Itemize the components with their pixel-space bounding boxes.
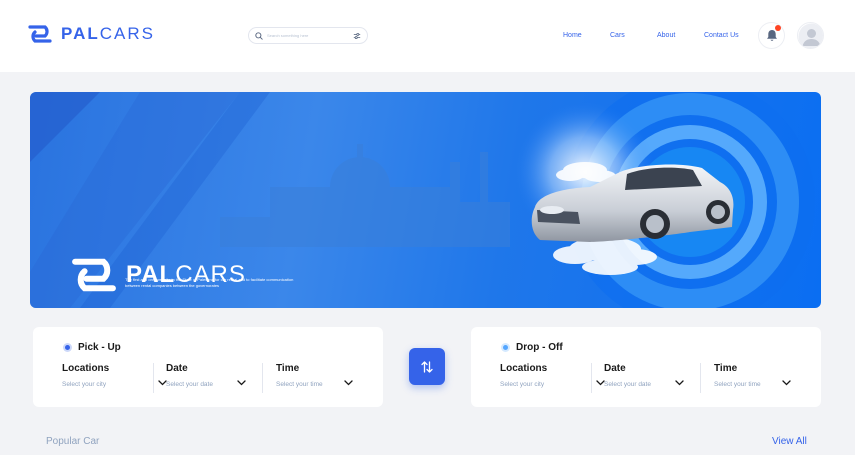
dropoff-date-field[interactable]: Date Select your date <box>604 363 714 388</box>
pickup-date-value: Select your date <box>166 381 213 388</box>
search-input[interactable] <box>267 33 349 38</box>
dropoff-time-label: Time <box>714 363 738 374</box>
divider <box>262 363 263 393</box>
dropoff-location-field[interactable]: Locations Select your city <box>500 363 610 388</box>
logo-mark-icon <box>72 258 116 292</box>
nav-cars[interactable]: Cars <box>610 32 625 39</box>
chevron-down-icon[interactable] <box>782 380 791 386</box>
hero-tagline: The first and only website in the State … <box>125 277 294 288</box>
filter-icon[interactable] <box>353 32 361 40</box>
radio-icon <box>501 343 510 352</box>
pickup-time-value: Select your time <box>276 381 323 388</box>
notification-dot <box>775 25 781 31</box>
user-avatar-icon <box>798 23 823 48</box>
pickup-date-field[interactable]: Date Select your date <box>166 363 276 388</box>
notification-button[interactable] <box>758 22 785 49</box>
dropoff-radio[interactable]: Drop - Off <box>501 342 563 353</box>
nav-home[interactable]: Home <box>563 32 582 39</box>
view-all-link[interactable]: View All <box>772 436 807 447</box>
pickup-location-value: Select your city <box>62 381 107 388</box>
chevron-down-icon[interactable] <box>344 380 353 386</box>
dropoff-date-value: Select your date <box>604 381 651 388</box>
radio-selected-icon <box>63 343 72 352</box>
dropoff-location-label: Locations <box>500 363 548 374</box>
hero-banner: PALCARS The first and only website in th… <box>30 92 821 308</box>
divider <box>700 363 701 393</box>
dropoff-time-value: Select your time <box>714 381 761 388</box>
dropoff-location-value: Select your city <box>500 381 545 388</box>
search-icon <box>255 31 263 40</box>
logo-text: PALCARS <box>61 24 155 43</box>
chevron-down-icon[interactable] <box>675 380 684 386</box>
popular-car-title: Popular Car <box>46 436 100 447</box>
search-bar[interactable] <box>248 27 368 44</box>
pickup-time-label: Time <box>276 363 300 374</box>
pickup-card: Pick - Up Locations Select your city Dat… <box>33 327 383 407</box>
nav-contact[interactable]: Contact Us <box>704 32 739 39</box>
dropoff-title: Drop - Off <box>516 342 563 353</box>
pickup-location-label: Locations <box>62 363 110 374</box>
bell-icon <box>766 30 777 41</box>
pickup-radio[interactable]: Pick - Up <box>63 342 121 353</box>
dropoff-time-field[interactable]: Time Select your time <box>714 363 814 388</box>
top-navbar: PALCARS Home Cars About Contact Us <box>0 0 855 72</box>
nav-about[interactable]: About <box>657 32 675 39</box>
dropoff-card: Drop - Off Locations Select your city Da… <box>471 327 821 407</box>
divider <box>591 363 592 393</box>
pickup-location-field[interactable]: Locations Select your city <box>62 363 172 388</box>
logo-mark-icon <box>28 25 52 43</box>
swap-button[interactable] <box>409 348 445 385</box>
chevron-down-icon[interactable] <box>237 380 246 386</box>
pickup-time-field[interactable]: Time Select your time <box>276 363 376 388</box>
pickup-title: Pick - Up <box>78 342 121 353</box>
swap-arrows-icon <box>421 360 433 373</box>
divider <box>153 363 154 393</box>
pickup-date-label: Date <box>166 363 188 374</box>
logo[interactable]: PALCARS <box>27 24 155 44</box>
user-avatar[interactable] <box>797 22 824 49</box>
dropoff-date-label: Date <box>604 363 626 374</box>
